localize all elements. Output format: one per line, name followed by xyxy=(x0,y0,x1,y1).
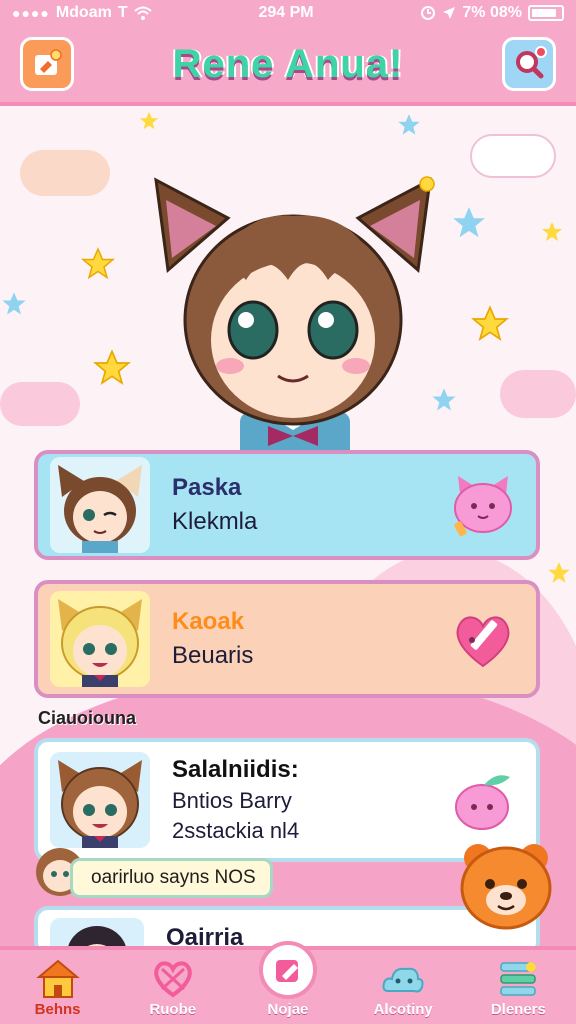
heart-pencil-icon[interactable] xyxy=(448,604,518,674)
star-decoration xyxy=(471,305,509,341)
star-decoration xyxy=(93,349,131,385)
nav-item-ruobe[interactable]: Ruobe xyxy=(123,957,223,1018)
carrier-mark: T xyxy=(117,4,128,21)
heart-icon xyxy=(154,960,192,997)
nav-label: Dleners xyxy=(490,1000,546,1018)
card-subtitle: Klekmla xyxy=(172,508,258,535)
cloud-decoration xyxy=(500,370,576,418)
nav-item-alcotiny[interactable]: Alcotiny xyxy=(353,957,453,1018)
cloud-decoration xyxy=(20,150,110,196)
cloud-face-icon xyxy=(382,967,424,992)
star-decoration xyxy=(80,247,116,280)
cloud-decoration xyxy=(0,382,80,426)
card-name: Paska xyxy=(172,474,242,501)
carrier-name: Mdoam xyxy=(55,4,112,21)
list-icon xyxy=(500,961,537,996)
scene-background: Paska Klekmla Kaoak Beuaris Ciauoiouna S… xyxy=(0,110,576,950)
location-arrow-icon xyxy=(443,7,456,19)
speech-bubble: oarirluo sayns NOS xyxy=(70,858,273,898)
list-item[interactable]: Paska Klekmla xyxy=(34,450,540,560)
status-bar: ●●●● Mdoam T 294 PM 7% 08% xyxy=(0,0,576,26)
card-subtitle: Bntios Barry xyxy=(172,788,292,813)
wifi-icon xyxy=(133,6,152,20)
edit-note-button[interactable] xyxy=(20,37,74,91)
cat-girl-avatar xyxy=(50,457,150,553)
edit-note-icon xyxy=(35,49,62,75)
nav-label: Behns xyxy=(34,1000,81,1018)
app-header: Rene Anua! xyxy=(0,26,576,106)
card-text: Paska Klekmla xyxy=(172,474,448,536)
pencil-icon xyxy=(275,959,298,982)
star-decoration xyxy=(453,207,485,238)
status-right: 7% 08% xyxy=(420,4,564,22)
card-text: Salalniidis: Bntios Barry 2sstackia nl4 xyxy=(172,756,448,844)
section-label: Ciauoiouna xyxy=(38,708,136,728)
status-time: 294 PM xyxy=(258,4,314,21)
status-left: ●●●● Mdoam T xyxy=(12,4,152,22)
notification-dot xyxy=(534,46,547,58)
star-decoration xyxy=(2,292,26,315)
list-item[interactable]: Kaoak Beuaris xyxy=(34,580,540,698)
card-subtitle: Beuaris xyxy=(172,642,254,669)
bear-mascot-icon[interactable] xyxy=(458,838,554,930)
nav-label: Alcotiny xyxy=(373,1000,433,1018)
compose-button[interactable] xyxy=(258,940,317,999)
star-decoration xyxy=(548,562,570,583)
card-text: Kaoak Beuaris xyxy=(172,608,448,670)
star-decoration xyxy=(139,111,159,130)
signal-dots-icon: ●●●● xyxy=(12,5,50,21)
star-decoration xyxy=(542,222,562,241)
nav-label: Ruobe xyxy=(149,1000,197,1018)
card-name: Kaoak xyxy=(172,608,245,635)
card-subtitle-2: 2sstackia nl4 xyxy=(172,818,300,843)
mascot-character xyxy=(154,176,435,460)
home-icon xyxy=(35,959,80,998)
peach-icon[interactable] xyxy=(448,765,518,835)
nav-item-nojae[interactable]: Nojae xyxy=(238,940,338,1018)
page-title: Rene Anua! xyxy=(172,41,404,86)
brown-cat-avatar xyxy=(50,752,150,848)
nav-item-home[interactable]: Behns xyxy=(8,957,108,1018)
card-name: Salalniidis: xyxy=(172,756,299,783)
pink-cat-icon[interactable] xyxy=(448,470,518,540)
battery-icon xyxy=(528,5,564,21)
cloud-decoration xyxy=(470,134,556,178)
battery-percent: 7% 08% xyxy=(462,4,522,21)
bottom-nav: Behns Ruobe Nojae Alcotiny Dleners xyxy=(0,940,576,1024)
nav-item-dleners[interactable]: Dleners xyxy=(468,957,568,1018)
search-button[interactable] xyxy=(501,37,556,91)
nav-label: Nojae xyxy=(267,1000,309,1018)
alarm-icon xyxy=(421,6,436,20)
blonde-cat-avatar xyxy=(50,591,150,687)
